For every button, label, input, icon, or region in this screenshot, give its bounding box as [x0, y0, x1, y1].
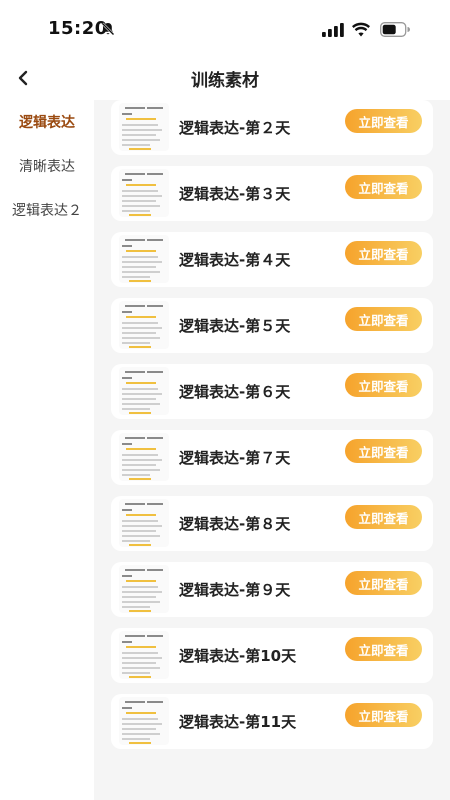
material-thumbnail — [119, 697, 169, 745]
signal-icon — [322, 23, 344, 37]
view-now-button[interactable]: 立即查看 — [345, 373, 422, 397]
list-item-title: 逻辑表达-第５天 — [179, 317, 291, 335]
material-thumbnail — [119, 103, 169, 151]
material-thumbnail — [119, 235, 169, 283]
list-item[interactable]: 逻辑表达-第７天 立即查看 — [111, 430, 433, 485]
list-item-title: 逻辑表达-第８天 — [179, 515, 291, 533]
material-thumbnail — [119, 367, 169, 415]
list-item-title: 逻辑表达-第４天 — [179, 251, 291, 269]
material-list: 逻辑表达-第２天 立即查看 逻辑表达-第３天 立即查看 逻辑表达-第４天 立即查… — [94, 100, 450, 800]
navigation-bar: 训练素材 — [0, 58, 450, 100]
status-time: 15:20 — [48, 18, 108, 39]
list-item-title: 逻辑表达-第２天 — [179, 119, 291, 137]
sidebar-item-label: 清晰表达 — [19, 159, 75, 175]
battery-icon — [380, 22, 410, 37]
list-item[interactable]: 逻辑表达-第11天 立即查看 — [111, 694, 433, 749]
material-thumbnail — [119, 499, 169, 547]
view-now-button[interactable]: 立即查看 — [345, 571, 422, 595]
list-item[interactable]: 逻辑表达-第10天 立即查看 — [111, 628, 433, 683]
material-thumbnail — [119, 433, 169, 481]
sidebar-item-logical-expression[interactable]: 逻辑表达 — [0, 100, 94, 144]
material-thumbnail — [119, 631, 169, 679]
list-item-title: 逻辑表达-第10天 — [179, 647, 297, 665]
page-title: 训练素材 — [191, 71, 259, 91]
list-item[interactable]: 逻辑表达-第５天 立即查看 — [111, 298, 433, 353]
view-now-button[interactable]: 立即查看 — [345, 241, 422, 265]
list-item[interactable]: 逻辑表达-第３天 立即查看 — [111, 166, 433, 221]
wifi-icon — [352, 22, 370, 37]
view-now-button[interactable]: 立即查看 — [345, 307, 422, 331]
material-thumbnail — [119, 301, 169, 349]
bell-slash-icon — [101, 22, 115, 36]
material-thumbnail — [119, 169, 169, 217]
material-thumbnail — [119, 565, 169, 613]
sidebar-item-logical-expression-2[interactable]: 逻辑表达２ — [0, 188, 94, 232]
view-now-button[interactable]: 立即查看 — [345, 439, 422, 463]
list-item[interactable]: 逻辑表达-第６天 立即查看 — [111, 364, 433, 419]
view-now-button[interactable]: 立即查看 — [345, 175, 422, 199]
view-now-button[interactable]: 立即查看 — [345, 637, 422, 661]
list-item[interactable]: 逻辑表达-第２天 立即查看 — [111, 100, 433, 155]
list-item[interactable]: 逻辑表达-第８天 立即查看 — [111, 496, 433, 551]
sidebar-item-clear-expression[interactable]: 清晰表达 — [0, 144, 94, 188]
list-item-title: 逻辑表达-第３天 — [179, 185, 291, 203]
list-item-title: 逻辑表达-第９天 — [179, 581, 291, 599]
view-now-button[interactable]: 立即查看 — [345, 505, 422, 529]
list-item-title: 逻辑表达-第11天 — [179, 713, 297, 731]
list-item-title: 逻辑表达-第７天 — [179, 449, 291, 467]
sidebar-item-label: 逻辑表达 — [19, 115, 75, 131]
list-item[interactable]: 逻辑表达-第４天 立即查看 — [111, 232, 433, 287]
list-item-title: 逻辑表达-第６天 — [179, 383, 291, 401]
view-now-button[interactable]: 立即查看 — [345, 703, 422, 727]
view-now-button[interactable]: 立即查看 — [345, 109, 422, 133]
status-bar: 15:20 — [0, 0, 450, 58]
sidebar-item-label: 逻辑表达２ — [12, 203, 82, 219]
list-item[interactable]: 逻辑表达-第９天 立即查看 — [111, 562, 433, 617]
category-sidebar: 逻辑表达 清晰表达 逻辑表达２ — [0, 100, 94, 800]
